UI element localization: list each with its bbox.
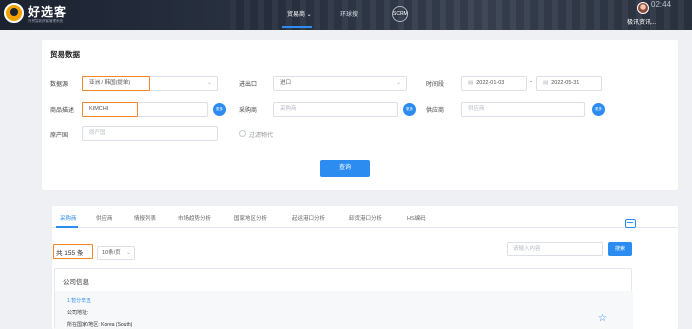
results-tabs: 采购商 供应商 情报列表 市场趋势分析 国家地区分析 起运港口分析 卸货港口分析… <box>52 206 678 228</box>
nav-item-scrm[interactable]: SCRM <box>392 6 408 22</box>
product-label: 商品描述 <box>50 108 75 114</box>
filter-radio[interactable] <box>239 130 246 137</box>
chevron-down-icon: ⌄ <box>206 80 212 86</box>
direction-value: 进口 <box>280 80 292 86</box>
highlight-box <box>82 102 138 117</box>
nav-active-indicator <box>282 26 312 28</box>
company-info-title: 公司信息 <box>63 279 89 286</box>
company-info-panel: 公司信息 1.暂分辛五 公司地址: 所在国家/地区: Korea (South)… <box>54 268 633 329</box>
tab-departure-port[interactable]: 起运港口分析 <box>292 214 325 222</box>
end-date-value: 2022-05-31 <box>551 80 580 86</box>
calendar-icon: ▤ <box>543 80 549 86</box>
search-input[interactable]: 请输入内容 <box>507 242 603 256</box>
supplier-input[interactable]: 供应商 <box>461 102 585 117</box>
avatar[interactable] <box>637 2 649 14</box>
nav-label: 贸易商 <box>287 12 306 18</box>
start-date-value: 2022-01-03 <box>476 80 505 86</box>
company-info-body: 1.暂分辛五 公司地址: 所在国家/地区: Korea (South) ☆ <box>55 291 633 329</box>
tab-country-analysis[interactable]: 国家地区分析 <box>234 214 267 222</box>
highlight-box <box>82 76 150 91</box>
tab-hs-code[interactable]: HS编码 <box>407 214 426 222</box>
end-date-picker[interactable]: ▤ 2022-05-31 <box>536 76 602 91</box>
company-address: 公司地址: <box>67 310 89 316</box>
page-size-select[interactable]: 10条/页 ⌄ <box>97 246 135 260</box>
data-source-label: 数据源 <box>50 82 69 88</box>
tab-market-trend[interactable]: 市场趋势分析 <box>178 214 211 222</box>
search-button[interactable]: 搜索 <box>608 242 632 256</box>
clock-display: 02:44 <box>651 0 672 9</box>
supplier-label: 供应商 <box>426 108 445 114</box>
logo-text: 好选客 <box>28 5 68 19</box>
tab-suppliers[interactable]: 供应商 <box>96 214 113 222</box>
buyer-more-button[interactable]: 更多 <box>403 103 416 116</box>
product-more-button[interactable]: 更多 <box>213 103 226 116</box>
tab-intelligence[interactable]: 情报列表 <box>134 214 156 222</box>
chevron-down-icon: ⌄ <box>395 80 401 86</box>
nav-item-trader[interactable]: 贸易商 ⌄ <box>287 9 312 18</box>
logo-icon <box>4 3 24 23</box>
direction-select[interactable]: 进口 ⌄ <box>273 76 407 91</box>
chevron-down-icon: ⌄ <box>125 250 131 256</box>
filter-label: 过滤物代 <box>249 133 274 139</box>
start-date-picker[interactable]: ▤ 2022-01-03 <box>461 76 527 91</box>
user-name[interactable]: 极讯资讯... <box>627 17 656 26</box>
date-separator: - <box>530 79 532 85</box>
buyer-input[interactable]: 采购商 <box>273 102 398 117</box>
query-button[interactable]: 查询 <box>320 160 370 177</box>
form-title: 贸易数据 <box>50 50 80 59</box>
top-navigation-bar: 好选客 外贸智能获客管理系统 贸易商 ⌄ 环球搜 SCRM 02:44 极讯资讯… <box>0 0 692 30</box>
search-form-card: 贸易数据 数据源 亚洲 / 韩国(提单) ⌄ 进出口 进口 ⌄ 时间段 ▤ 202… <box>42 40 678 190</box>
highlight-box <box>53 244 93 259</box>
export-icon[interactable] <box>625 219 636 228</box>
buyer-label: 采购商 <box>239 108 258 114</box>
company-name-link[interactable]: 1.暂分辛五 <box>67 297 91 304</box>
tab-arrival-port[interactable]: 卸货港口分析 <box>349 214 382 222</box>
star-icon[interactable]: ☆ <box>598 313 607 324</box>
logo-subtitle: 外贸智能获客管理系统 <box>28 19 63 23</box>
company-country: 所在国家/地区: Korea (South) <box>67 322 133 328</box>
calendar-icon: ▤ <box>468 80 474 86</box>
direction-label: 进出口 <box>239 82 258 88</box>
active-tab-indicator <box>56 226 78 228</box>
nav-item-global-search[interactable]: 环球搜 <box>340 9 358 18</box>
chevron-down-icon: ⌄ <box>305 12 312 18</box>
origin-input[interactable]: 原产国 <box>82 126 218 141</box>
results-card: 采购商 供应商 情报列表 市场趋势分析 国家地区分析 起运港口分析 卸货港口分析… <box>52 206 678 329</box>
origin-label: 原产国 <box>50 133 69 139</box>
supplier-more-button[interactable]: 更多 <box>592 103 605 116</box>
period-label: 时间段 <box>426 82 445 88</box>
page-size-value: 10条/页 <box>102 250 121 256</box>
tab-buyers[interactable]: 采购商 <box>60 214 77 222</box>
